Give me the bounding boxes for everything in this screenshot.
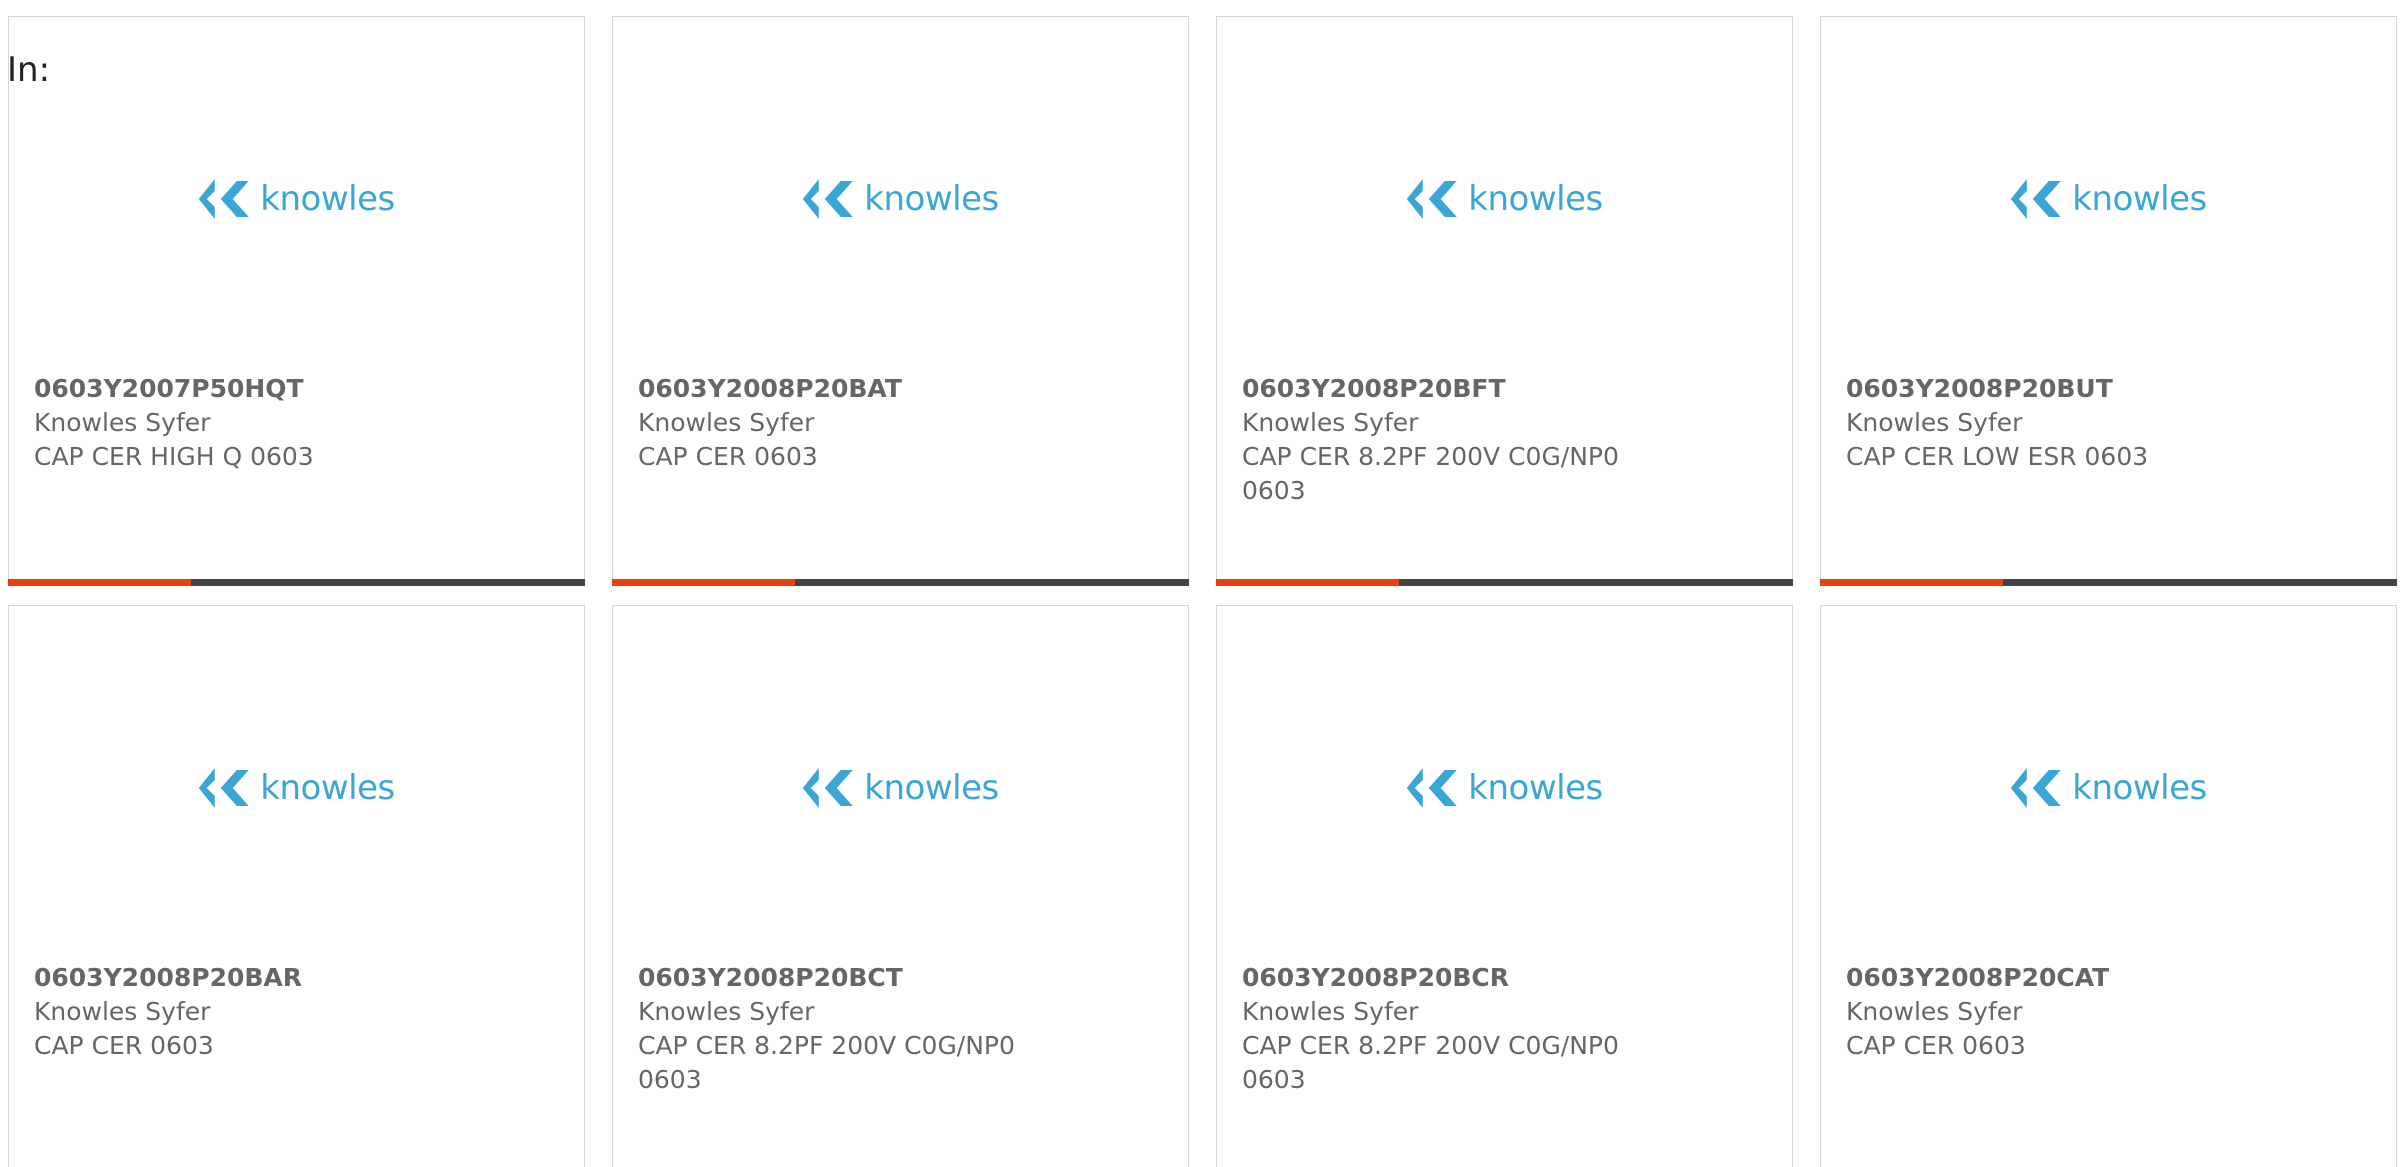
card-accent-bar: [1216, 579, 1399, 586]
knowles-logo: knowles: [1406, 768, 1603, 808]
product-card[interactable]: knowles 0603Y2008P20BAT Knowles Syfer CA…: [612, 16, 1189, 586]
product-card[interactable]: knowles 0603Y2007P50HQT Knowles Syfer CA…: [8, 16, 585, 586]
knowles-logo: knowles: [2010, 179, 2207, 219]
part-number[interactable]: 0603Y2008P20BAT: [638, 372, 1068, 406]
manufacturer: Knowles Syfer: [1242, 997, 1419, 1026]
knowles-chevron-icon: [2010, 768, 2061, 808]
knowles-logo: knowles: [198, 768, 395, 808]
manufacturer: Knowles Syfer: [1242, 408, 1419, 437]
description: CAP CER 8.2PF 200V C0G/NP0 0603: [1242, 1031, 1619, 1094]
part-number[interactable]: 0603Y2008P20BCT: [638, 961, 1068, 995]
description: CAP CER 0603: [638, 442, 818, 471]
knowles-chevron-icon: [2010, 179, 2061, 219]
card-accent-bar: [8, 579, 191, 586]
knowles-logo: knowles: [2010, 768, 2207, 808]
logo-text: knowles: [260, 179, 395, 219]
knowles-logo: knowles: [198, 179, 395, 219]
knowles-chevron-icon: [198, 179, 249, 219]
manufacturer: Knowles Syfer: [638, 997, 815, 1026]
product-card[interactable]: knowles 0603Y2008P20BUT Knowles Syfer CA…: [1820, 16, 2397, 586]
part-number[interactable]: 0603Y2007P50HQT: [34, 372, 464, 406]
knowles-logo: knowles: [1406, 179, 1603, 219]
manufacturer: Knowles Syfer: [1846, 997, 2023, 1026]
logo-text: knowles: [864, 768, 999, 808]
knowles-chevron-icon: [1406, 768, 1457, 808]
knowles-chevron-icon: [802, 768, 853, 808]
product-card[interactable]: knowles 0603Y2008P20BAR Knowles Syfer CA…: [8, 605, 585, 1167]
card-bottom-bar: [1216, 579, 1793, 586]
description: CAP CER 8.2PF 200V C0G/NP0 0603: [1242, 442, 1619, 505]
card-bottom-bar: [1820, 579, 2397, 586]
logo-text: knowles: [2072, 179, 2207, 219]
description: CAP CER 8.2PF 200V C0G/NP0 0603: [638, 1031, 1015, 1094]
manufacturer: Knowles Syfer: [1846, 408, 2023, 437]
part-number[interactable]: 0603Y2008P20BCR: [1242, 961, 1672, 995]
manufacturer: Knowles Syfer: [34, 997, 211, 1026]
knowles-chevron-icon: [802, 179, 853, 219]
part-number[interactable]: 0603Y2008P20BFT: [1242, 372, 1672, 406]
logo-text: knowles: [1468, 179, 1603, 219]
card-bottom-bar: [612, 579, 1189, 586]
product-card[interactable]: knowles 0603Y2008P20BCT Knowles Syfer CA…: [612, 605, 1189, 1167]
in-label: In:: [7, 50, 51, 90]
part-number[interactable]: 0603Y2008P20BAR: [34, 961, 464, 995]
logo-text: knowles: [2072, 768, 2207, 808]
part-number[interactable]: 0603Y2008P20BUT: [1846, 372, 2276, 406]
description: CAP CER 0603: [1846, 1031, 2026, 1060]
logo-text: knowles: [864, 179, 999, 219]
product-card[interactable]: knowles 0603Y2008P20BFT Knowles Syfer CA…: [1216, 16, 1793, 586]
logo-text: knowles: [1468, 768, 1603, 808]
card-bottom-bar: [8, 579, 585, 586]
product-card[interactable]: knowles 0603Y2008P20BCR Knowles Syfer CA…: [1216, 605, 1793, 1167]
knowles-chevron-icon: [198, 768, 249, 808]
card-accent-bar: [1820, 579, 2003, 586]
knowles-chevron-icon: [1406, 179, 1457, 219]
knowles-logo: knowles: [802, 179, 999, 219]
manufacturer: Knowles Syfer: [638, 408, 815, 437]
product-card[interactable]: knowles 0603Y2008P20CAT Knowles Syfer CA…: [1820, 605, 2397, 1167]
manufacturer: Knowles Syfer: [34, 408, 211, 437]
logo-text: knowles: [260, 768, 395, 808]
description: CAP CER 0603: [34, 1031, 214, 1060]
description: CAP CER LOW ESR 0603: [1846, 442, 2149, 471]
product-grid-page: In: knowles 0603Y2007P50HQT Knowles Syfe…: [0, 0, 2400, 1167]
part-number[interactable]: 0603Y2008P20CAT: [1846, 961, 2276, 995]
card-accent-bar: [612, 579, 795, 586]
knowles-logo: knowles: [802, 768, 999, 808]
description: CAP CER HIGH Q 0603: [34, 442, 314, 471]
